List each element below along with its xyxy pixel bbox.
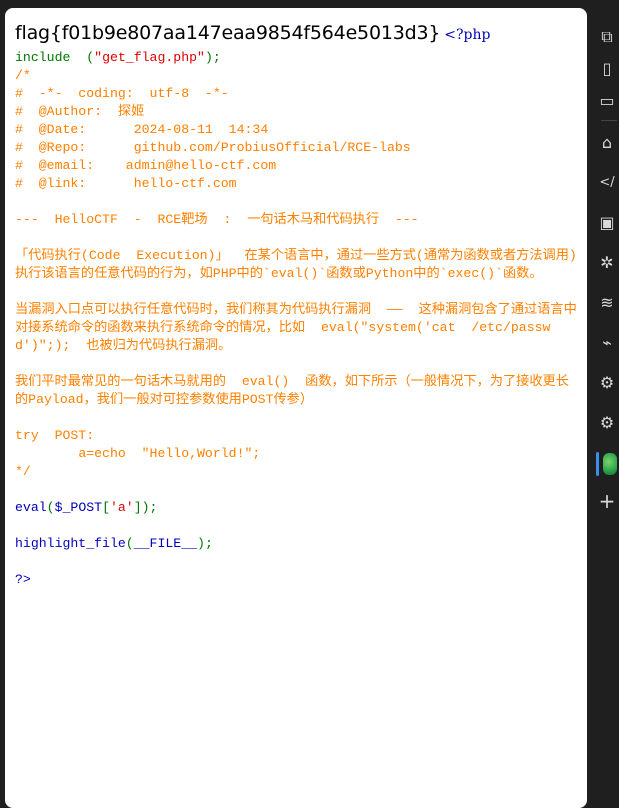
app-icon[interactable]: [603, 453, 617, 475]
comment-line: /*: [15, 68, 31, 83]
comment-line: # -*- coding: utf-8 -*-: [15, 86, 229, 101]
tablet-icon[interactable]: ▯: [595, 58, 619, 80]
post-key: 'a': [109, 500, 134, 515]
comment-line: [15, 229, 579, 247]
include-string: "get_flag.php": [94, 50, 205, 65]
comment-line: # @Date: 2024-08-11 14:34: [15, 122, 269, 137]
add-icon[interactable]: +: [595, 490, 619, 512]
spray-icon[interactable]: ⌁: [595, 332, 619, 354]
comment-paragraph: 「代码执行(Code Execution)」 在某个语言中，通过一些方式(通常为…: [15, 248, 577, 281]
comment-line: [15, 283, 579, 301]
comment-line: [15, 409, 579, 427]
bug-icon[interactable]: ✲: [595, 252, 619, 274]
comment-line: [15, 355, 579, 373]
include-line: include ("get_flag.php");: [15, 50, 221, 65]
comment-line: # @link: hello-ctf.com: [15, 176, 237, 191]
eval-line: eval($_POST['a']);: [15, 500, 158, 515]
comment-line: */: [15, 464, 31, 479]
flag-text: flag{f01b9e807aa147eaa9854f564e5013d3}: [15, 22, 441, 44]
home-icon[interactable]: ⌂: [595, 132, 619, 154]
terminal-icon[interactable]: ▣: [595, 212, 619, 234]
include-keyword: include: [15, 50, 71, 65]
file-constant: __FILE__: [133, 536, 198, 551]
php-close-tag: ?>: [15, 572, 31, 587]
sidebar-divider: [601, 120, 617, 121]
comment-paragraph: 当漏洞入口点可以执行任意代码时，我们称其为代码执行漏洞 —— 这种漏洞包含了通过…: [15, 302, 577, 353]
window-icon[interactable]: ▭: [595, 90, 619, 112]
highlight-line: highlight_file(__FILE__);: [15, 536, 213, 551]
comment-line: [15, 193, 579, 211]
highlight-function: highlight_file: [15, 536, 126, 551]
code-icon[interactable]: </: [595, 172, 619, 194]
flag-output-line: flag{f01b9e807aa147eaa9854f564e5013d3} <?…: [15, 22, 490, 44]
chip-icon[interactable]: ⚙: [595, 372, 619, 394]
wifi-icon[interactable]: ≋: [595, 292, 619, 314]
browser-sidebar: ⧉ ▯ ▭ ⌂ </ ▣ ✲ ≋ ⌁ ⚙ ⚙ +: [595, 0, 619, 793]
gear-icon[interactable]: ⚙: [595, 412, 619, 434]
active-indicator: [596, 452, 599, 476]
comment-line: # @email: admin@hello-ctf.com: [15, 158, 277, 173]
post-variable: $_POST: [54, 500, 103, 515]
comment-line: # @Author: 探姬: [15, 104, 145, 119]
copy-icon[interactable]: ⧉: [595, 26, 619, 48]
comment-title-line: --- HelloCTF - RCE靶场 : 一句话木马和代码执行 ---: [15, 212, 419, 227]
comment-line: a=echo "Hello,World!";: [15, 446, 261, 461]
comment-line: try POST:: [15, 428, 95, 443]
comment-line: # @Repo: github.com/ProbiusOfficial/RCE-…: [15, 140, 411, 155]
php-open-tag: <?php: [444, 27, 491, 43]
php-source-page: flag{f01b9e807aa147eaa9854f564e5013d3} <?…: [5, 8, 587, 808]
comment-paragraph: 我们平时最常见的一句话木马就用的 eval() 函数，如下所示（一般情况下，为了…: [15, 374, 569, 407]
source-code-block: include ("get_flag.php"); /* # -*- coding:…: [15, 49, 579, 589]
eval-function: eval: [15, 500, 47, 515]
